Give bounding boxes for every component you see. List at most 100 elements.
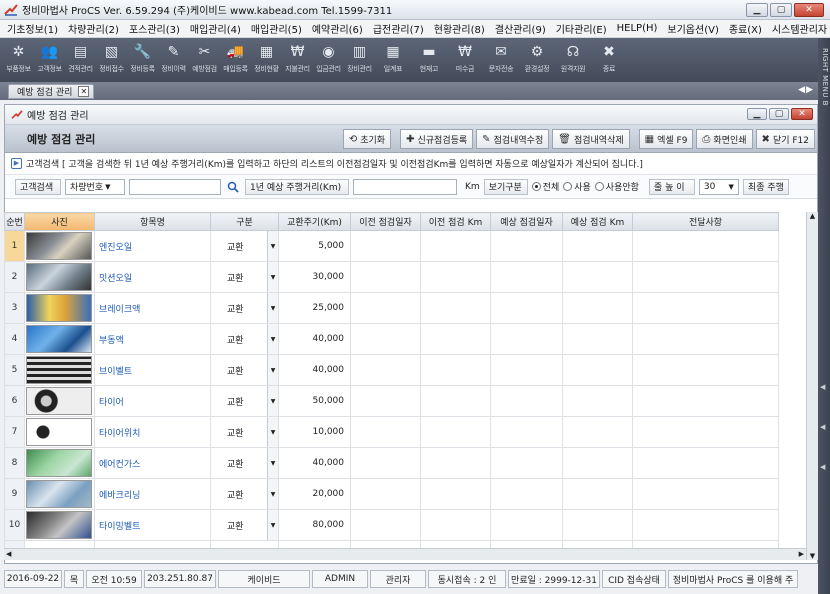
row-photo-cell[interactable]: [24, 230, 95, 262]
toolbar-button-18[interactable]: ☊ 원격지원: [556, 42, 590, 80]
cell-expected-date[interactable]: [490, 478, 563, 510]
item-name[interactable]: 에어컨가스: [94, 447, 211, 479]
chevron-left-icon[interactable]: ◀: [820, 463, 825, 471]
row-photo-cell[interactable]: [24, 509, 95, 541]
toolbar-button-3[interactable]: ▤ 견적관리: [66, 42, 95, 80]
search-icon[interactable]: [225, 179, 241, 195]
cell-expected-km[interactable]: [562, 354, 633, 386]
form-button-close[interactable]: ✖ 닫기 F12: [755, 129, 815, 149]
item-name[interactable]: 밋션오일: [94, 261, 211, 293]
maximize-button[interactable]: ▢: [770, 3, 792, 17]
chevron-left-icon[interactable]: ◀: [820, 383, 825, 391]
cell-prev-date[interactable]: [350, 323, 421, 355]
chevron-down-icon[interactable]: ▼: [267, 417, 278, 447]
item-name[interactable]: 브레이크액: [94, 292, 211, 324]
exchange-cycle[interactable]: 40,000: [278, 354, 351, 386]
toolbar-button-2[interactable]: 👥 고객정보: [35, 42, 64, 80]
exchange-cycle[interactable]: 50,000: [278, 385, 351, 417]
exchange-cycle[interactable]: 30,000: [278, 261, 351, 293]
row-photo-cell[interactable]: [24, 385, 95, 417]
cell-prev-date[interactable]: [350, 292, 421, 324]
menu-item[interactable]: 매입관리(5): [246, 21, 307, 36]
chevron-down-icon[interactable]: ▼: [267, 510, 278, 540]
cell-expected-km[interactable]: [562, 261, 633, 293]
toolbar-button-1[interactable]: ✲ 부품정보: [4, 42, 33, 80]
cell-prev-date[interactable]: [350, 261, 421, 293]
cell-prev-date[interactable]: [350, 416, 421, 448]
cell-prev-km[interactable]: [420, 230, 491, 262]
row-photo-cell[interactable]: [24, 447, 95, 479]
cell-memo[interactable]: [632, 478, 779, 510]
menu-item[interactable]: 종료(X): [724, 21, 767, 36]
grid-header-10[interactable]: 전달사항: [632, 212, 779, 231]
grid-header-4[interactable]: 구분: [210, 212, 279, 231]
inner-minimize-button[interactable]: ▁: [747, 108, 767, 120]
form-button-excel[interactable]: ▦ 엑셀 F9: [638, 129, 694, 149]
cell-memo[interactable]: [632, 323, 779, 355]
doc-tab-preventive[interactable]: 예방 점검 관리 ✕: [8, 83, 95, 99]
exchange-cycle[interactable]: 40,000: [278, 323, 351, 355]
table-row[interactable]: 5 브이벨트 교환 ▼ 40,000: [4, 354, 779, 386]
toolbar-button-14[interactable]: ▬ 현재고: [412, 42, 446, 80]
cell-expected-km[interactable]: [562, 478, 633, 510]
table-row[interactable]: 9 에바크리닝 교환 ▼ 20,000: [4, 478, 779, 510]
exchange-cycle[interactable]: 10,000: [278, 416, 351, 448]
item-kind[interactable]: 교환 ▼: [210, 323, 279, 355]
menu-item[interactable]: 현황관리(8): [429, 21, 490, 36]
distance-input[interactable]: [353, 178, 457, 195]
grid-header-1[interactable]: 순번: [4, 212, 25, 231]
cell-expected-km[interactable]: [562, 292, 633, 324]
toolbar-button-6[interactable]: ✎ 정비이력: [159, 42, 188, 80]
row-photo-cell[interactable]: [24, 292, 95, 324]
table-row[interactable]: 3 브레이크액 교환 ▼ 25,000: [4, 292, 779, 324]
chevron-down-icon[interactable]: ▼: [267, 262, 278, 292]
item-name[interactable]: 타이어위치: [94, 416, 211, 448]
chevron-down-icon[interactable]: ▼: [267, 324, 278, 354]
cell-expected-date[interactable]: [490, 385, 563, 417]
menu-item[interactable]: 매입관리(4): [185, 21, 246, 36]
close-button[interactable]: ✕: [794, 3, 824, 17]
cell-expected-date[interactable]: [490, 447, 563, 479]
menu-item[interactable]: 기타관리(E): [551, 21, 612, 36]
item-kind[interactable]: 교환 ▼: [210, 292, 279, 324]
chevron-down-icon[interactable]: ▼: [267, 479, 278, 509]
cell-prev-km[interactable]: [420, 354, 491, 386]
row-photo-cell[interactable]: [24, 261, 95, 293]
search-mode-select[interactable]: 차량번호 ▼: [65, 178, 125, 195]
right-menu-strip[interactable]: RIGHT MENU B ◀ ◀ ◀: [818, 38, 830, 594]
form-button-print[interactable]: ⎙ 화면인쇄: [696, 129, 753, 149]
close-tab-icon[interactable]: ✕: [78, 85, 90, 97]
scroll-down-icon[interactable]: ▼: [807, 552, 818, 560]
item-kind[interactable]: 교환 ▼: [210, 385, 279, 417]
menu-item[interactable]: 결산관리(9): [490, 21, 551, 36]
cell-prev-date[interactable]: [350, 354, 421, 386]
menu-item[interactable]: 예약관리(6): [307, 21, 368, 36]
table-row[interactable]: 4 부동액 교환 ▼ 40,000: [4, 323, 779, 355]
grid-header-2[interactable]: 사진: [24, 212, 95, 231]
toolbar-button-5[interactable]: 🔧 정비등록: [128, 42, 157, 80]
scroll-left-icon[interactable]: ◀: [6, 550, 11, 558]
inner-restore-button[interactable]: ▢: [769, 108, 789, 120]
search-input[interactable]: [129, 178, 221, 195]
cell-memo[interactable]: [632, 385, 779, 417]
item-name[interactable]: 부동액: [94, 323, 211, 355]
cell-prev-date[interactable]: [350, 509, 421, 541]
cell-expected-date[interactable]: [490, 261, 563, 293]
toolbar-button-10[interactable]: ₩ 지불관리: [283, 42, 312, 80]
chevron-down-icon[interactable]: ▼: [267, 293, 278, 323]
cell-expected-km[interactable]: [562, 416, 633, 448]
grid-header-7[interactable]: 이전 점검 Km: [420, 212, 491, 231]
menu-item[interactable]: 기초정보(1): [2, 21, 63, 36]
cell-prev-km[interactable]: [420, 447, 491, 479]
grid-vertical-scrollbar[interactable]: ▲ ▼: [806, 212, 818, 560]
item-kind[interactable]: 교환 ▼: [210, 509, 279, 541]
scroll-right-icon[interactable]: ▶: [799, 550, 804, 558]
form-button-edit[interactable]: ✎ 점검내역수정: [476, 129, 550, 149]
grid-header-5[interactable]: 교환주기(Km): [278, 212, 351, 231]
tab-nav-arrows-icon[interactable]: ◀▶: [798, 85, 814, 95]
minimize-button[interactable]: ▁: [746, 3, 768, 17]
cell-expected-date[interactable]: [490, 230, 563, 262]
scroll-up-icon[interactable]: ▲: [807, 212, 818, 220]
form-button-trash[interactable]: 🗑 점검내역삭제: [552, 129, 630, 149]
cell-prev-km[interactable]: [420, 385, 491, 417]
